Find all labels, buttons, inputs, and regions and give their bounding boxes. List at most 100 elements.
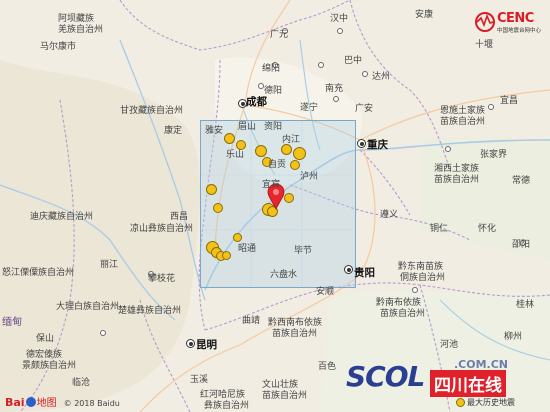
label-maerkang: 马尔康市 — [40, 42, 77, 52]
label-kunming: 昆明 — [196, 339, 217, 351]
historic-quake-marker[interactable] — [290, 160, 300, 170]
city-dot — [362, 71, 368, 77]
baidu-copyright: © 2018 Baidu — [63, 399, 120, 408]
label-nujiang: 怒江傈僳族自治州 — [2, 268, 75, 278]
label-zunyi: 遵义 — [380, 210, 399, 220]
label-anshun: 安顺 — [316, 287, 335, 297]
cenc-logo-text: CENC — [497, 11, 534, 26]
label-qiandongnan-2: 侗族自治州 — [400, 273, 446, 283]
label-huaihua: 怀化 — [478, 224, 497, 234]
legend-max-quake-dot — [456, 398, 465, 407]
label-leshan: 乐山 — [226, 150, 245, 160]
label-yuxi: 玉溪 — [190, 375, 209, 385]
label-yibin: 宜宾 — [262, 180, 281, 190]
label-zhangjiajie: 张家界 — [480, 150, 508, 160]
label-aba-2: 羌族自治州 — [58, 25, 104, 35]
baidu-map-text: 地图 — [36, 398, 57, 409]
label-baise: 百色 — [318, 362, 337, 372]
historic-quake-marker[interactable] — [281, 144, 292, 155]
scol-wordmark: SCOL — [346, 360, 425, 393]
label-neijiang: 内江 — [282, 135, 301, 145]
label-xiangxi-2: 苗族自治州 — [434, 175, 480, 185]
capital-marker-kunming — [186, 339, 195, 348]
label-wenshan: 文山壮族 — [262, 380, 299, 390]
label-meishan: 眉山 — [238, 122, 257, 132]
historic-quake-marker[interactable] — [233, 233, 242, 242]
label-chuxiong: 楚雄彝族自治州 — [118, 306, 182, 316]
historic-quake-marker[interactable] — [236, 140, 246, 150]
capital-marker-guiyang — [344, 265, 353, 274]
label-nanchong: 南充 — [325, 84, 344, 94]
label-hanzhong: 汉中 — [330, 14, 349, 24]
city-dot — [337, 28, 343, 34]
label-diqing: 迪庆藏族自治州 — [30, 212, 94, 222]
label-deyang: 德阳 — [264, 86, 283, 96]
cenc-logo-subtitle: 中国地震台网中心 — [497, 28, 542, 34]
label-shiyan: 十堰 — [475, 40, 494, 50]
baidu-paw-icon — [25, 396, 36, 407]
label-panzhihua: 攀枝花 — [148, 274, 176, 284]
label-mianyang: 绵阳 — [262, 64, 281, 74]
historic-quake-marker[interactable] — [284, 193, 294, 203]
historic-quake-marker[interactable] — [224, 133, 235, 144]
capital-marker-chongqing — [357, 139, 366, 148]
label-qiandongnan: 黔东南苗族 — [398, 262, 444, 272]
label-qiannan-2: 苗族自治州 — [380, 309, 426, 319]
label-ya-an: 雅安 — [205, 126, 224, 136]
label-myanmar: 缅甸 — [2, 317, 22, 328]
label-enshi-2: 苗族自治州 — [440, 117, 486, 127]
label-xiangxi: 湘西土家族 — [434, 164, 480, 174]
city-dot — [488, 104, 494, 110]
historic-quake-marker[interactable] — [213, 203, 223, 213]
label-guiyang: 贵阳 — [354, 267, 375, 279]
label-honghe: 红河哈尼族 — [200, 390, 246, 400]
city-dot — [318, 62, 324, 68]
label-dali: 大理白族自治州 — [56, 302, 120, 312]
label-dehong: 德宏傣族 — [26, 350, 63, 360]
label-baoshan: 保山 — [36, 334, 55, 344]
label-kangding: 康定 — [164, 126, 183, 136]
city-dot — [445, 146, 451, 152]
label-shaoyang: 邵阳 — [512, 240, 531, 250]
baidu-logo: Bai 地图 © 2018 Baidu — [5, 391, 120, 410]
historic-quake-marker[interactable] — [255, 145, 267, 157]
label-ziyang: 资阳 — [264, 122, 283, 132]
label-chengdu: 成都 — [246, 96, 267, 108]
label-ganzi: 甘孜藏族自治州 — [120, 106, 184, 116]
label-bijie: 毕节 — [294, 246, 313, 256]
label-liangshan: 凉山彝族自治州 — [130, 224, 194, 234]
label-guang-an: 广安 — [355, 104, 374, 114]
label-qianxinan: 黔西南布依族 — [268, 318, 323, 328]
label-suining: 遂宁 — [300, 103, 319, 113]
map-viewport[interactable]: 阿坝藏族 羌族自治州 马尔康市 广元 汉中 安康 十堰 绵阳 巴中 达州 南充 … — [0, 0, 550, 412]
city-dot — [100, 330, 106, 336]
label-hechi: 河池 — [440, 340, 459, 350]
label-zigong: 自贡 — [268, 160, 287, 170]
label-guilin: 桂林 — [516, 300, 535, 310]
historic-quake-marker[interactable] — [293, 147, 306, 160]
label-luzhou: 泸州 — [300, 172, 319, 182]
label-honghe-2: 彝族自治州 — [204, 401, 250, 411]
label-chongqing: 重庆 — [367, 139, 388, 151]
label-liupanshui: 六盘水 — [270, 270, 298, 280]
label-ankang: 安康 — [415, 10, 434, 20]
scol-watermark: .COM.CN SCOL 四川在线 最大历史地震 — [346, 356, 542, 408]
scol-chinese: 四川在线 — [430, 370, 506, 397]
label-xichang: 西昌 — [170, 212, 189, 222]
label-enshi: 恩施土家族 — [440, 106, 486, 116]
label-yichang: 宜昌 — [500, 96, 519, 106]
label-tongren: 铜仁 — [430, 224, 449, 234]
label-qujing: 曲靖 — [242, 316, 261, 326]
label-zhaotong: 昭通 — [238, 244, 257, 254]
label-guangyuan: 广元 — [270, 30, 289, 40]
label-wenshan-2: 苗族自治州 — [262, 391, 308, 401]
historic-quake-marker[interactable] — [206, 184, 217, 195]
label-qianxinan-2: 苗族自治州 — [272, 329, 318, 339]
city-dot — [412, 287, 418, 293]
label-dehong-2: 景颇族自治州 — [22, 361, 77, 371]
legend-max-quake-text: 最大历史地震 — [467, 398, 515, 407]
label-liuzhou: 柳州 — [504, 332, 523, 342]
label-aba: 阿坝藏族 — [58, 14, 95, 24]
label-dazhou: 达州 — [372, 72, 391, 82]
historic-quake-marker[interactable] — [222, 251, 231, 260]
